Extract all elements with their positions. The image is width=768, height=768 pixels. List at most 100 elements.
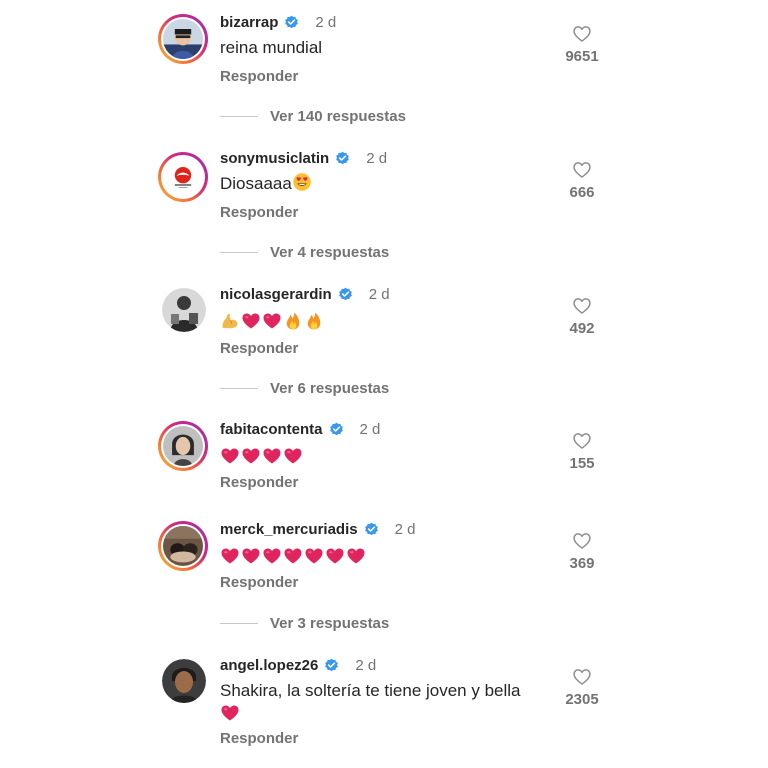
view-replies-label: Ver 3 respuestas: [270, 615, 390, 632]
comment-item: nicolasgerardin 2 d Responder 492 Ver 6 …: [0, 284, 768, 404]
heart-outline-icon[interactable]: [572, 24, 592, 44]
verified-badge-icon: [329, 422, 344, 437]
like-control: 369: [562, 531, 602, 572]
heart-outline-icon[interactable]: [572, 296, 592, 316]
timestamp: 2 d: [315, 13, 337, 31]
verified-badge-icon: [324, 658, 339, 673]
comment-text: [220, 543, 366, 567]
like-count: 492: [569, 320, 595, 337]
like-control: 492: [562, 296, 602, 337]
verified-badge-icon: [338, 287, 353, 302]
comment-header: sonymusiclatin 2 d: [220, 148, 387, 168]
like-control: 155: [562, 431, 602, 472]
comment-item: fabitacontenta 2 d Responder 155: [0, 419, 768, 509]
like-control: 9651: [562, 24, 602, 65]
username[interactable]: bizarrap: [220, 14, 278, 31]
avatar[interactable]: [162, 288, 206, 332]
emoji-row: [220, 311, 324, 331]
like-control: 2305: [562, 667, 602, 708]
reply-button[interactable]: Responder: [220, 574, 298, 591]
red-heart-emoji: [283, 446, 303, 466]
divider-line: [220, 116, 258, 117]
reply-button[interactable]: Responder: [220, 730, 298, 747]
comment-text: [220, 443, 303, 467]
verified-badge-icon: [364, 522, 379, 537]
heart-outline-icon[interactable]: [572, 667, 592, 687]
comment-text: [220, 308, 324, 332]
avatar[interactable]: [158, 521, 208, 571]
flexed-biceps-emoji: [220, 311, 240, 331]
reply-button[interactable]: Responder: [220, 474, 298, 491]
red-heart-emoji: [220, 703, 240, 723]
red-heart-emoji: [241, 446, 261, 466]
red-heart-emoji: [220, 446, 240, 466]
like-count: 369: [569, 555, 595, 572]
view-replies-label: Ver 4 respuestas: [270, 244, 390, 261]
avatar-image: [163, 526, 203, 566]
divider-line: [220, 388, 258, 389]
timestamp: 2 d: [394, 520, 416, 538]
fire-emoji: [283, 311, 303, 331]
comment-item: angel.lopez26 2 d Shakira, la soltería t…: [0, 655, 768, 765]
red-heart-emoji: [304, 546, 324, 566]
divider-line: [220, 623, 258, 624]
heart-outline-icon[interactable]: [572, 531, 592, 551]
comment-item: bizarrap 2 d reina mundial Responder 965…: [0, 12, 768, 132]
red-heart-emoji: [241, 546, 261, 566]
red-heart-emoji: [241, 311, 261, 331]
emoji-row: [220, 446, 303, 466]
red-heart-emoji: [220, 546, 240, 566]
like-count: 155: [569, 455, 595, 472]
avatar-image: [163, 426, 203, 466]
view-replies-label: Ver 6 respuestas: [270, 380, 390, 397]
username[interactable]: angel.lopez26: [220, 657, 318, 674]
comment-header: nicolasgerardin 2 d: [220, 284, 390, 304]
red-heart-emoji: [283, 546, 303, 566]
username[interactable]: sonymusiclatin: [220, 150, 329, 167]
fire-emoji: [304, 311, 324, 331]
avatar-image: [163, 157, 203, 197]
view-replies-button[interactable]: Ver 4 respuestas: [220, 244, 389, 261]
comment-text-content: Shakira, la soltería te tiene joven y be…: [220, 681, 521, 700]
verified-badge-icon: [284, 15, 299, 30]
timestamp: 2 d: [368, 285, 390, 303]
avatar[interactable]: [162, 659, 206, 703]
red-heart-emoji: [262, 311, 282, 331]
like-count: 9651: [565, 48, 599, 65]
avatar-image: [162, 659, 206, 703]
like-control: 666: [562, 160, 602, 201]
comment-header: bizarrap 2 d: [220, 12, 336, 32]
divider-line: [220, 252, 258, 253]
reply-button[interactable]: Responder: [220, 68, 298, 85]
comment-header: merck_mercuriadis 2 d: [220, 519, 415, 539]
username[interactable]: fabitacontenta: [220, 421, 323, 438]
red-heart-emoji: [262, 446, 282, 466]
avatar[interactable]: [158, 152, 208, 202]
heart-outline-icon[interactable]: [572, 431, 592, 451]
username[interactable]: nicolasgerardin: [220, 286, 332, 303]
emoji-row: [220, 546, 366, 566]
username[interactable]: merck_mercuriadis: [220, 521, 358, 538]
comment-item: merck_mercuriadis 2 d Responder 369 Ver …: [0, 519, 768, 639]
avatar-image: [162, 288, 206, 332]
avatar[interactable]: [158, 421, 208, 471]
heart-outline-icon[interactable]: [572, 160, 592, 180]
comment-text-content: reina mundial: [220, 38, 323, 57]
like-count: 2305: [565, 691, 599, 708]
view-replies-button[interactable]: Ver 140 respuestas: [220, 108, 406, 125]
view-replies-label: Ver 140 respuestas: [270, 108, 406, 125]
comment-item: sonymusiclatin 2 d Diosaaaa Responder 66…: [0, 148, 768, 268]
reply-button[interactable]: Responder: [220, 204, 298, 221]
view-replies-button[interactable]: Ver 3 respuestas: [220, 615, 389, 632]
comment-text: Shakira, la soltería te tiene joven y be…: [220, 679, 521, 727]
red-heart-emoji: [346, 546, 366, 566]
comment-header: fabitacontenta 2 d: [220, 419, 380, 439]
reply-button[interactable]: Responder: [220, 340, 298, 357]
comment-text: reina mundial: [220, 36, 322, 60]
avatar[interactable]: [158, 14, 208, 64]
like-count: 666: [569, 184, 595, 201]
red-heart-emoji: [325, 546, 345, 566]
avatar-image: [163, 19, 203, 59]
view-replies-button[interactable]: Ver 6 respuestas: [220, 380, 389, 397]
comment-header: angel.lopez26 2 d: [220, 655, 376, 675]
